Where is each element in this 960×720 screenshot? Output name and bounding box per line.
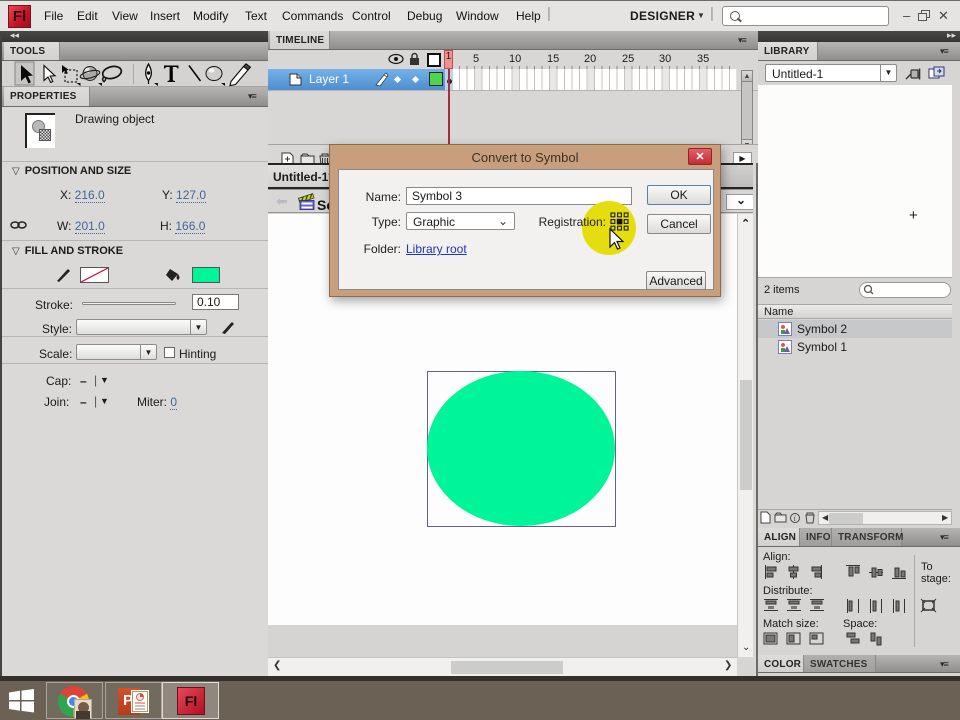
svg-text:i: i	[794, 514, 796, 523]
